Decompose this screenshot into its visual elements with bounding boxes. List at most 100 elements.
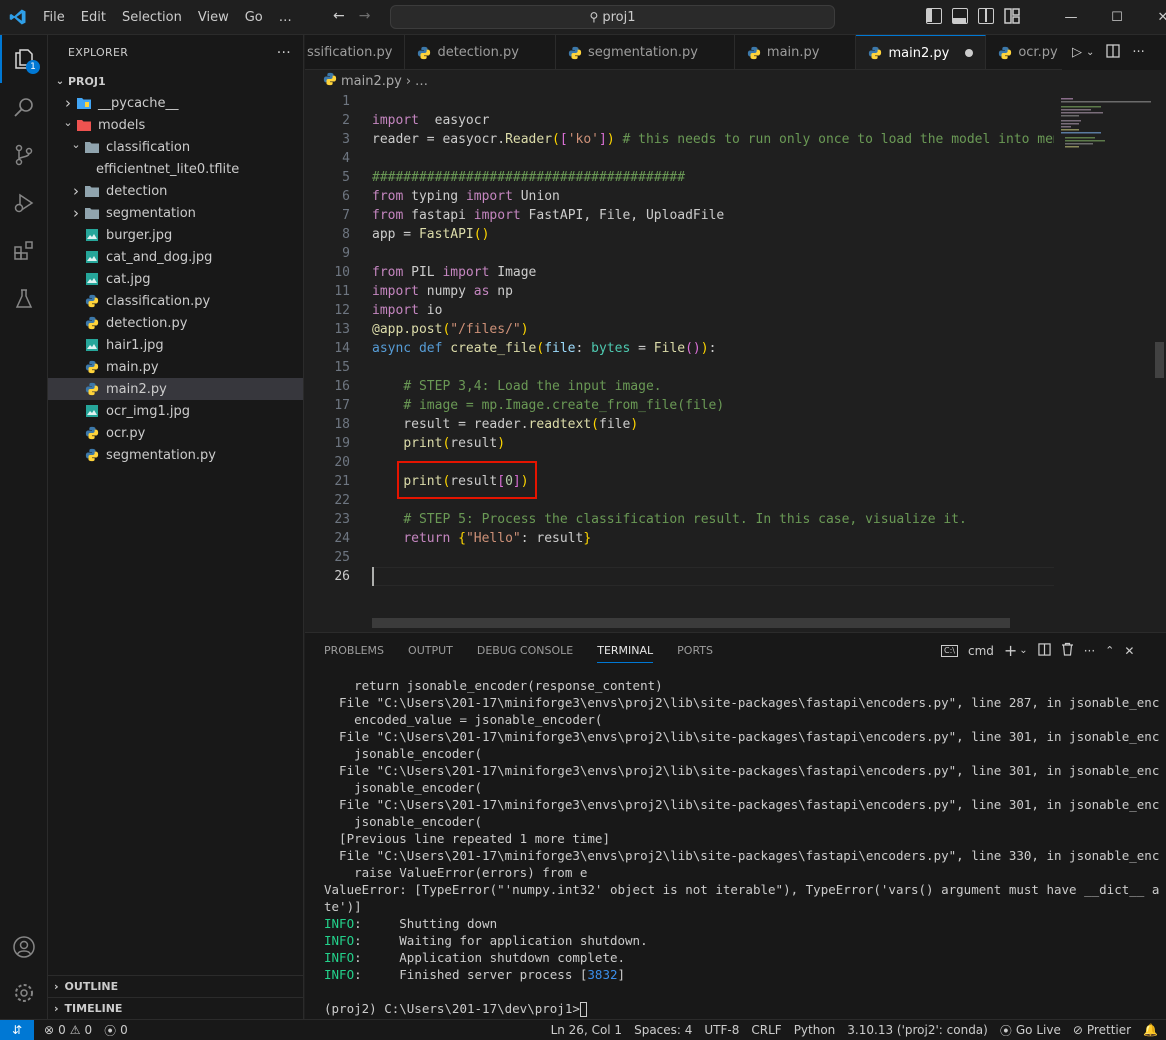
tab-terminal[interactable]: TERMINAL [597, 638, 654, 663]
code-line[interactable]: async def create_file(file: bytes = File… [372, 339, 1054, 358]
folder-item[interactable]: ⌄ models [48, 114, 303, 136]
code-line[interactable]: print(result) [372, 434, 1054, 453]
manage-activity[interactable] [0, 969, 48, 1017]
close-panel-icon[interactable]: ✕ [1124, 644, 1134, 658]
horizontal-scrollbar[interactable] [372, 618, 1010, 628]
source-control-activity[interactable] [0, 131, 48, 179]
file-item[interactable]: burger.jpg [48, 224, 303, 246]
tab-debug-console[interactable]: DEBUG CONSOLE [477, 644, 573, 657]
folder-item[interactable]: ⌄ classification [48, 136, 303, 158]
explorer-activity[interactable]: 1 [0, 35, 48, 83]
code-line[interactable]: from PIL import Image [372, 263, 1054, 282]
code-line[interactable]: # STEP 3,4: Load the input image. [372, 377, 1054, 396]
more-actions-icon[interactable]: ··· [1132, 45, 1144, 60]
code-line[interactable] [372, 567, 1054, 586]
file-item[interactable]: cat_and_dog.jpg [48, 246, 303, 268]
code-line[interactable]: @app.post("/files/") [372, 320, 1054, 339]
code-line[interactable] [372, 149, 1054, 168]
shell-label[interactable]: cmd [968, 644, 994, 658]
menu-edit[interactable]: Edit [73, 0, 114, 35]
trash-icon[interactable] [1061, 642, 1074, 659]
folder-item[interactable]: › detection [48, 180, 303, 202]
close-icon[interactable]: ✕ [1140, 0, 1166, 35]
file-item[interactable]: ocr_img1.jpg [48, 400, 303, 422]
file-item[interactable]: detection.py [48, 312, 303, 334]
notifications-icon[interactable]: 🔔 [1137, 1023, 1166, 1037]
code-line[interactable]: from typing import Union [372, 187, 1054, 206]
editor-tab[interactable]: main.py [735, 35, 857, 69]
menu-file[interactable]: File [35, 0, 73, 35]
file-item[interactable]: ocr.py [48, 422, 303, 444]
file-item[interactable]: segmentation.py [48, 444, 303, 466]
testing-activity[interactable] [0, 275, 48, 323]
python-interpreter[interactable]: 3.10.13 ('proj2': conda) [841, 1023, 994, 1037]
toggle-sidebar-icon[interactable] [926, 8, 942, 24]
remote-indicator-icon[interactable]: ⇵ [0, 1019, 34, 1040]
go-live-button[interactable]: ⦿ Go Live [994, 1022, 1067, 1039]
run-debug-activity[interactable] [0, 179, 48, 227]
code-line[interactable]: # STEP 5: Process the classification res… [372, 510, 1054, 529]
run-dropdown-icon[interactable]: ⌄ [1086, 47, 1094, 58]
split-terminal-icon[interactable] [1038, 642, 1051, 659]
customize-layout-icon[interactable] [1004, 8, 1020, 24]
editor-tab[interactable]: ssification.py [305, 35, 406, 69]
more-actions-icon[interactable]: ··· [277, 45, 291, 61]
more-actions-icon[interactable]: ··· [1084, 644, 1095, 658]
breadcrumb-symbols[interactable]: … [415, 74, 428, 89]
search-activity[interactable] [0, 83, 48, 131]
menu-more[interactable]: … [271, 0, 300, 35]
accounts-activity[interactable] [0, 923, 48, 971]
cursor-position[interactable]: Ln 26, Col 1 [545, 1023, 629, 1037]
chevron-down-icon[interactable]: ⌄ [1019, 645, 1027, 656]
file-item[interactable]: cat.jpg [48, 268, 303, 290]
outline-section[interactable]: › OUTLINE [48, 975, 304, 997]
code-line[interactable]: import io [372, 301, 1054, 320]
unsaved-dot-icon[interactable] [965, 49, 974, 57]
breadcrumb-file[interactable]: main2.py [341, 74, 402, 89]
folder-item[interactable]: › __pycache__ [48, 92, 303, 114]
indentation[interactable]: Spaces: 4 [628, 1023, 698, 1037]
maximize-icon[interactable]: ☐ [1094, 0, 1140, 35]
menu-go[interactable]: Go [237, 0, 271, 35]
tab-output[interactable]: OUTPUT [408, 644, 453, 657]
menu-selection[interactable]: Selection [114, 0, 190, 35]
minimap[interactable] [1055, 92, 1153, 632]
code-line[interactable]: reader = easyocr.Reader(['ko']) # this n… [372, 130, 1054, 149]
ports-status[interactable]: ⦿ 0 [98, 1022, 134, 1039]
code-line[interactable]: return {"Hello": result} [372, 529, 1054, 548]
extensions-activity[interactable] [0, 227, 48, 275]
encoding[interactable]: UTF-8 [698, 1023, 745, 1037]
code-line[interactable] [372, 548, 1054, 567]
workspace-root[interactable]: ⌄ PROJ1 [48, 70, 303, 92]
editor-tab[interactable]: detection.py [405, 35, 556, 69]
tab-ports[interactable]: PORTS [677, 644, 713, 657]
vertical-scrollbar[interactable] [1153, 92, 1166, 632]
toggle-panel-icon[interactable] [952, 8, 968, 24]
code-line[interactable]: result = reader.readtext(file) [372, 415, 1054, 434]
code-line[interactable]: from fastapi import FastAPI, File, Uploa… [372, 206, 1054, 225]
back-arrow-icon[interactable]: ← [333, 8, 345, 24]
code-line[interactable] [372, 244, 1054, 263]
prettier-status[interactable]: ⊘ Prettier [1067, 1023, 1137, 1037]
code-editor[interactable]: 1 2 3 4 5 6 7 8 9 10 11 12 13 14 15 16 17 18 19 20 21 22 23 24 2… [305, 92, 1166, 632]
forward-arrow-icon[interactable]: → [359, 8, 371, 24]
editor-tab[interactable]: segmentation.py [556, 35, 735, 69]
minimize-icon[interactable]: — [1048, 0, 1094, 35]
file-item[interactable]: main2.py [48, 378, 303, 400]
file-item[interactable]: main.py [48, 356, 303, 378]
code-line[interactable]: import easyocr [372, 111, 1054, 130]
editor-tab[interactable]: main2.py [856, 35, 987, 69]
terminal-output[interactable]: return jsonable_encoder(response_content… [324, 677, 1159, 1017]
code-line[interactable]: # image = mp.Image.create_from_file(file… [372, 396, 1054, 415]
scrollbar-thumb[interactable] [1155, 342, 1164, 378]
split-editor-icon[interactable] [1106, 43, 1121, 62]
timeline-section[interactable]: › TIMELINE [48, 997, 304, 1019]
problems-status[interactable]: ⊗ 0 ⚠ 0 [38, 1023, 98, 1037]
file-item[interactable]: hair1.jpg [48, 334, 303, 356]
new-terminal-icon[interactable]: + [1004, 641, 1017, 660]
tab-problems[interactable]: PROBLEMS [324, 644, 384, 657]
code-line[interactable]: ######################################## [372, 168, 1054, 187]
command-center-search[interactable]: ⚲ proj1 [390, 5, 835, 29]
code-lines[interactable]: import easyocr reader = easyocr.Reader(['… [372, 92, 1054, 586]
line-endings[interactable]: CRLF [745, 1023, 787, 1037]
